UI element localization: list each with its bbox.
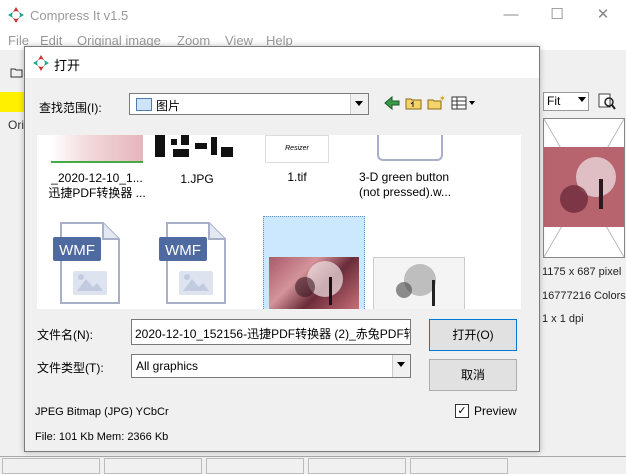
file-name: 3-D green button (not pressed).w... bbox=[359, 170, 452, 199]
file-item[interactable]: Resizer 1.tif bbox=[247, 135, 347, 185]
chevron-down-icon[interactable] bbox=[392, 355, 410, 377]
scroll-down-icon[interactable] bbox=[521, 295, 523, 307]
tif-thumbnail: Resizer bbox=[265, 135, 329, 163]
maximize-button[interactable]: ☐ bbox=[534, 0, 580, 30]
chevron-down-icon bbox=[578, 97, 586, 102]
chevron-down-icon[interactable] bbox=[350, 94, 368, 114]
main-preview-image bbox=[543, 118, 625, 258]
open-button[interactable]: 打开(O) bbox=[429, 319, 517, 351]
filetype-combo[interactable]: All graphics bbox=[131, 354, 411, 378]
dialog-title: 打开 bbox=[54, 58, 81, 73]
dialog-app-icon bbox=[33, 55, 49, 71]
look-in-combo[interactable]: 图片 bbox=[129, 93, 369, 115]
app-icon bbox=[8, 7, 24, 23]
file-name: 1.JPG bbox=[180, 172, 214, 186]
zoom-select-value: Fit bbox=[547, 94, 561, 108]
main-window-title: Compress It v1.5 bbox=[30, 8, 129, 23]
svg-text:WMF: WMF bbox=[165, 242, 201, 259]
svg-text:✶: ✶ bbox=[439, 95, 445, 103]
photo-thumbnail bbox=[269, 257, 359, 309]
image-dimensions: 1175 x 687 pixel bbox=[542, 266, 622, 278]
zoom-select[interactable]: Fit bbox=[543, 92, 589, 111]
up-folder-icon[interactable] bbox=[405, 95, 423, 111]
svg-text:WMF: WMF bbox=[59, 242, 95, 259]
main-title-bar: Compress It v1.5 — ☐ ✕ bbox=[0, 0, 626, 30]
file-item[interactable]: _2020-12-10_1... 迅捷PDF转换器 ... bbox=[47, 135, 147, 201]
wmf-file-icon[interactable]: WMF bbox=[53, 221, 121, 305]
open-file-dialog: 打开 查找范围(I): 图片 ✶ _2020-12-10_1... 迅捷PDF转… bbox=[24, 46, 540, 452]
look-in-label: 查找范围(I): bbox=[39, 101, 102, 115]
selected-file-item[interactable] bbox=[263, 216, 365, 309]
file-item[interactable]: 1.JPG bbox=[147, 135, 247, 187]
wmf-file-icon bbox=[377, 135, 443, 161]
filename-label: 文件名(N): bbox=[37, 328, 93, 342]
magnifier-icon[interactable] bbox=[598, 92, 616, 110]
back-arrow-icon[interactable] bbox=[383, 95, 401, 111]
scroll-up-icon[interactable] bbox=[521, 137, 523, 149]
file-thumbnail bbox=[51, 135, 143, 163]
format-info: JPEG Bitmap (JPG) YCbCr bbox=[35, 406, 169, 418]
image-colors: 16777216 Colors bbox=[542, 290, 626, 302]
cancel-button[interactable]: 取消 bbox=[429, 359, 517, 391]
pictures-folder-icon bbox=[136, 98, 152, 111]
qr-thumbnail bbox=[155, 135, 233, 157]
file-size-info: File: 101 Kb Mem: 2366 Kb bbox=[35, 431, 169, 443]
bw-photo-thumbnail[interactable] bbox=[373, 257, 465, 309]
close-button[interactable]: ✕ bbox=[580, 0, 626, 30]
filename-value: 2020-12-10_152156-迅捷PDF转换器 (2)_赤兔PDF转 bbox=[135, 327, 411, 341]
filetype-label: 文件类型(T): bbox=[37, 361, 104, 375]
preview-label: Preview bbox=[474, 404, 517, 418]
image-dpi: 1 x 1 dpi bbox=[542, 313, 584, 325]
filetype-value: All graphics bbox=[136, 359, 199, 373]
view-menu-icon[interactable] bbox=[451, 95, 479, 111]
filename-input[interactable]: 2020-12-10_152156-迅捷PDF转换器 (2)_赤兔PDF转 bbox=[131, 319, 411, 345]
main-status-bar bbox=[0, 456, 626, 474]
look-in-value: 图片 bbox=[156, 99, 181, 113]
open-folder-icon[interactable] bbox=[10, 66, 24, 78]
file-list-view[interactable]: _2020-12-10_1... 迅捷PDF转换器 ... 1.JPG Resi… bbox=[37, 135, 523, 309]
wmf-file-icon[interactable]: WMF bbox=[159, 221, 227, 305]
file-name: _2020-12-10_1... 迅捷PDF转换器 ... bbox=[48, 171, 146, 200]
dialog-title-bar: 打开 bbox=[25, 47, 539, 78]
file-list-scrollbar[interactable] bbox=[521, 135, 523, 309]
preview-checkbox[interactable]: ✓ bbox=[455, 404, 469, 418]
minimize-button[interactable]: — bbox=[488, 0, 534, 30]
new-folder-icon[interactable]: ✶ bbox=[427, 95, 445, 111]
file-name: 1.tif bbox=[287, 170, 307, 184]
file-item[interactable]: 3-D green button (not pressed).w... bbox=[359, 135, 499, 200]
